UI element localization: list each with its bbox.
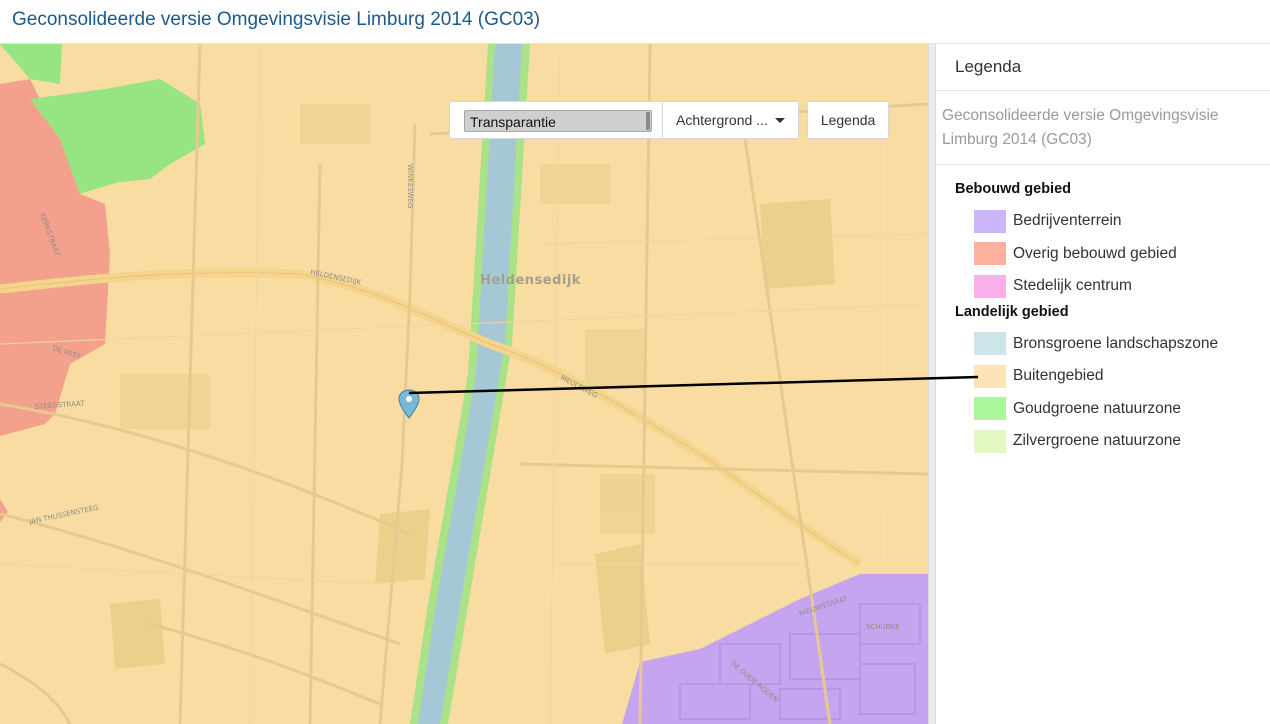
legend-item: Overig bebouwd gebied <box>955 238 1270 271</box>
legend-header: Legenda <box>936 44 1270 91</box>
legend-group-title: Bebouwd gebied <box>955 181 1071 197</box>
page-title: Geconsolideerde versie Omgevingsvisie Li… <box>12 9 541 30</box>
street-label-winkesweg: WINKESWEG <box>406 164 414 208</box>
legend-panel: Legenda Geconsolideerde versie Omgevings… <box>936 44 1270 724</box>
legend-item-label: Overig bebouwd gebied <box>1013 244 1177 262</box>
chevron-down-icon <box>774 117 785 123</box>
legend-swatch <box>974 364 1006 388</box>
legend-item-label: Bedrijventerrein <box>1013 212 1122 230</box>
street-label-schubke: SCHUBKE <box>866 623 900 631</box>
legend-item: Bronsgroene landschapszone <box>955 328 1270 361</box>
legend-button[interactable]: Legenda <box>806 101 890 139</box>
transparency-slider[interactable]: Transparantie <box>464 110 652 132</box>
legend-item: Buitengebied <box>955 360 1270 393</box>
title-bar: Geconsolideerde versie Omgevingsvisie Li… <box>0 0 1270 44</box>
map-view[interactable]: Heldensedijk HELDENSEDIJK STEEGSTRAAT JA… <box>0 44 928 724</box>
legend-item-label: Buitengebied <box>1013 367 1104 385</box>
background-label: Achtergrond ... <box>676 112 768 128</box>
slider-handle[interactable] <box>646 112 650 130</box>
legend-item: Zilvergroene natuurzone <box>955 425 1270 458</box>
app: Geconsolideerde versie Omgevingsvisie Li… <box>0 0 1270 724</box>
legend-swatch <box>974 242 1006 266</box>
transparency-label: Transparantie <box>470 114 556 130</box>
panel-divider[interactable] <box>928 44 936 724</box>
legend-swatch <box>974 332 1006 356</box>
transparency-control[interactable]: Transparantie <box>449 101 663 139</box>
legend-swatch <box>974 209 1006 233</box>
legend-item-label: Goudgroene natuurzone <box>1013 399 1182 417</box>
place-label-heldensedijk: Heldensedijk <box>480 273 581 288</box>
legend-item-label: Zilvergroene natuurzone <box>1013 432 1182 450</box>
map-controls: Transparantie Achtergrond ... Legenda <box>449 101 890 139</box>
background-dropdown-button[interactable]: Achtergrond ... <box>662 101 799 139</box>
legend-swatch <box>974 429 1006 453</box>
legend-item: Goudgroene natuurzone <box>955 393 1270 426</box>
map-canvas[interactable]: Heldensedijk HELDENSEDIJK STEEGSTRAAT JA… <box>0 44 928 724</box>
legend-subtitle: Geconsolideerde versie Omgevingsvisie Li… <box>936 91 1270 165</box>
legend-item: Bedrijventerrein <box>955 205 1270 238</box>
legend-item: Stedelijk centrum <box>955 270 1270 303</box>
legend-item-label: Stedelijk centrum <box>1013 277 1132 295</box>
legend-group-title: Landelijk gebied <box>955 303 1069 320</box>
legend-swatch <box>974 274 1006 298</box>
legend-swatch <box>974 397 1006 421</box>
legend-item-label: Bronsgroene landschapszone <box>1013 334 1219 352</box>
legend-body: Bebouwd gebied Bedrijventerrein Overig b… <box>936 165 1270 458</box>
